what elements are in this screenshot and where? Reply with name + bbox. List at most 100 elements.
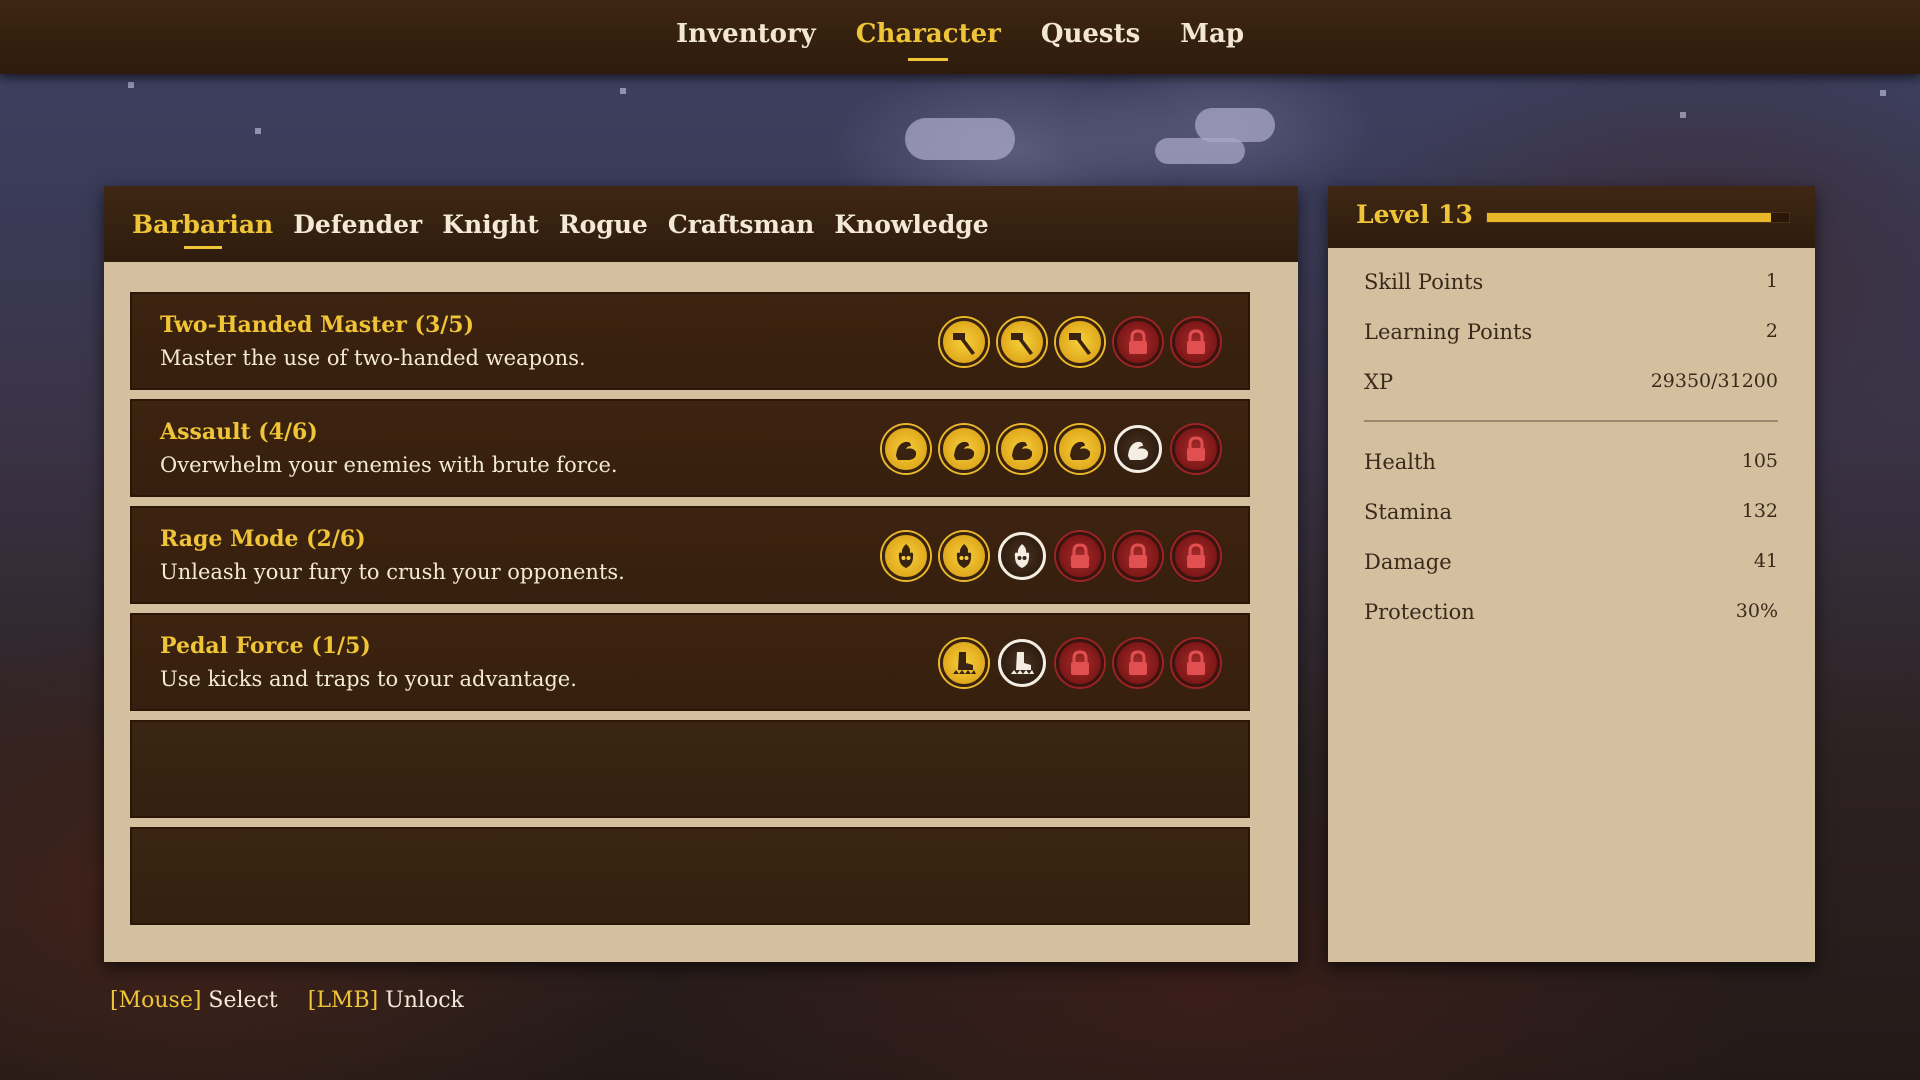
star bbox=[255, 128, 261, 134]
tab-barbarian[interactable]: Barbarian bbox=[132, 210, 273, 249]
skill-node-locked[interactable] bbox=[1056, 639, 1104, 687]
lock-icon bbox=[1187, 650, 1205, 675]
skill-node-available[interactable] bbox=[998, 639, 1046, 687]
stat-protection: Protection 30% bbox=[1364, 600, 1778, 624]
hint-unlock: [LMB] Unlock bbox=[308, 988, 464, 1013]
star bbox=[620, 88, 626, 94]
stat-label: Damage bbox=[1364, 550, 1452, 574]
tab-map[interactable]: Map bbox=[1180, 19, 1244, 55]
skill-node-available[interactable] bbox=[1114, 425, 1162, 473]
stat-label: Skill Points bbox=[1364, 270, 1484, 294]
skill-node-locked[interactable] bbox=[1056, 532, 1104, 580]
skill-description: Master the use of two-handed weapons. bbox=[160, 346, 586, 370]
skill-node-unlocked[interactable] bbox=[882, 425, 930, 473]
hint-select: [Mouse] Select bbox=[110, 988, 278, 1013]
level-label: Level 13 bbox=[1356, 200, 1473, 229]
skill-title: Rage Mode (2/6) bbox=[160, 526, 366, 552]
skill-row-rage-mode[interactable]: Rage Mode (2/6) Unleash your fury to cru… bbox=[130, 506, 1250, 604]
tab-inventory[interactable]: Inventory bbox=[676, 19, 816, 55]
lock-icon bbox=[1129, 543, 1147, 568]
skill-node-locked[interactable] bbox=[1172, 639, 1220, 687]
skill-title: Two-Handed Master (3/5) bbox=[160, 312, 475, 338]
stat-label: Protection bbox=[1364, 600, 1475, 624]
skill-pips bbox=[882, 532, 1220, 580]
stat-label: Stamina bbox=[1364, 500, 1453, 524]
skill-pips bbox=[882, 425, 1220, 473]
skill-node-locked[interactable] bbox=[1172, 425, 1220, 473]
lock-icon bbox=[1187, 543, 1205, 568]
stat-health: Health 105 bbox=[1364, 450, 1778, 474]
tab-knight[interactable]: Knight bbox=[442, 210, 539, 239]
stat-label: XP bbox=[1364, 370, 1394, 394]
hammer-icon bbox=[1011, 333, 1033, 355]
boot-trap-icon bbox=[1011, 652, 1034, 674]
stat-stamina: Stamina 132 bbox=[1364, 500, 1778, 524]
stat-value: 2 bbox=[1765, 320, 1778, 342]
flexed-arm-icon bbox=[1070, 441, 1091, 460]
skill-node-locked[interactable] bbox=[1172, 532, 1220, 580]
skill-node-locked[interactable] bbox=[1172, 318, 1220, 366]
tab-knowledge[interactable]: Knowledge bbox=[834, 210, 988, 239]
stat-value: 132 bbox=[1741, 500, 1778, 522]
stat-value: 105 bbox=[1741, 450, 1778, 472]
action-label: Unlock bbox=[385, 988, 464, 1013]
skill-node-unlocked[interactable] bbox=[882, 532, 930, 580]
stat-label: Learning Points bbox=[1364, 320, 1533, 344]
skill-node-unlocked[interactable] bbox=[998, 318, 1046, 366]
lock-icon bbox=[1187, 436, 1205, 461]
flaming-skull-icon bbox=[1014, 544, 1030, 568]
skill-node-unlocked[interactable] bbox=[1056, 425, 1104, 473]
skill-row-two-handed-master[interactable]: Two-Handed Master (3/5) Master the use o… bbox=[130, 292, 1250, 390]
skill-node-locked[interactable] bbox=[1114, 318, 1162, 366]
star bbox=[1680, 112, 1686, 118]
skill-pips bbox=[940, 318, 1220, 366]
skill-row-assault[interactable]: Assault (4/6) Overwhelm your enemies wit… bbox=[130, 399, 1250, 497]
lock-icon bbox=[1129, 650, 1147, 675]
tab-rogue[interactable]: Rogue bbox=[559, 210, 648, 239]
skill-pips bbox=[940, 639, 1220, 687]
character-panel: Level 13 Skill Points 1 Learning Points … bbox=[1328, 186, 1815, 962]
skill-description: Unleash your fury to crush your opponent… bbox=[160, 560, 625, 584]
skill-node-unlocked[interactable] bbox=[940, 639, 988, 687]
flexed-arm-icon bbox=[1128, 441, 1149, 460]
lock-icon bbox=[1187, 329, 1205, 354]
skill-node-unlocked[interactable] bbox=[940, 318, 988, 366]
skill-node-locked[interactable] bbox=[1114, 639, 1162, 687]
skill-node-locked[interactable] bbox=[1114, 532, 1162, 580]
stat-value: 30% bbox=[1735, 600, 1778, 622]
tab-quests[interactable]: Quests bbox=[1041, 19, 1140, 55]
key-label: [Mouse] bbox=[110, 988, 202, 1013]
skill-node-unlocked[interactable] bbox=[1056, 318, 1104, 366]
skill-node-unlocked[interactable] bbox=[940, 425, 988, 473]
action-label: Select bbox=[208, 988, 278, 1013]
skill-title: Pedal Force (1/5) bbox=[160, 633, 371, 659]
stat-value: 41 bbox=[1753, 550, 1778, 572]
stat-label: Health bbox=[1364, 450, 1436, 474]
skill-description: Use kicks and traps to your advantage. bbox=[160, 667, 577, 691]
empty-skill-slot bbox=[130, 827, 1250, 925]
star bbox=[128, 82, 134, 88]
boot-trap-icon bbox=[953, 652, 976, 674]
skills-panel: Barbarian Defender Knight Rogue Craftsma… bbox=[104, 186, 1298, 962]
control-hints: [Mouse] Select [LMB] Unlock bbox=[110, 988, 464, 1013]
hammer-icon bbox=[1069, 333, 1091, 355]
skill-node-unlocked[interactable] bbox=[940, 532, 988, 580]
cloud bbox=[1195, 108, 1275, 142]
stat-value: 29350/31200 bbox=[1650, 370, 1778, 392]
lock-icon bbox=[1071, 543, 1089, 568]
skill-node-available[interactable] bbox=[998, 532, 1046, 580]
top-nav: Inventory Character Quests Map bbox=[0, 0, 1920, 74]
flaming-skull-icon bbox=[898, 544, 914, 568]
hammer-icon bbox=[953, 333, 975, 355]
cloud bbox=[905, 118, 1015, 160]
stat-value: 1 bbox=[1765, 270, 1778, 292]
tab-character[interactable]: Character bbox=[856, 19, 1001, 61]
skill-row-pedal-force[interactable]: Pedal Force (1/5) Use kicks and traps to… bbox=[130, 613, 1250, 711]
tab-defender[interactable]: Defender bbox=[293, 210, 422, 239]
flexed-arm-icon bbox=[896, 441, 917, 460]
tab-craftsman[interactable]: Craftsman bbox=[668, 210, 814, 239]
skill-node-unlocked[interactable] bbox=[998, 425, 1046, 473]
stat-learning-points: Learning Points 2 bbox=[1364, 320, 1778, 344]
flaming-skull-icon bbox=[956, 544, 972, 568]
xp-progress-fill bbox=[1487, 213, 1771, 222]
